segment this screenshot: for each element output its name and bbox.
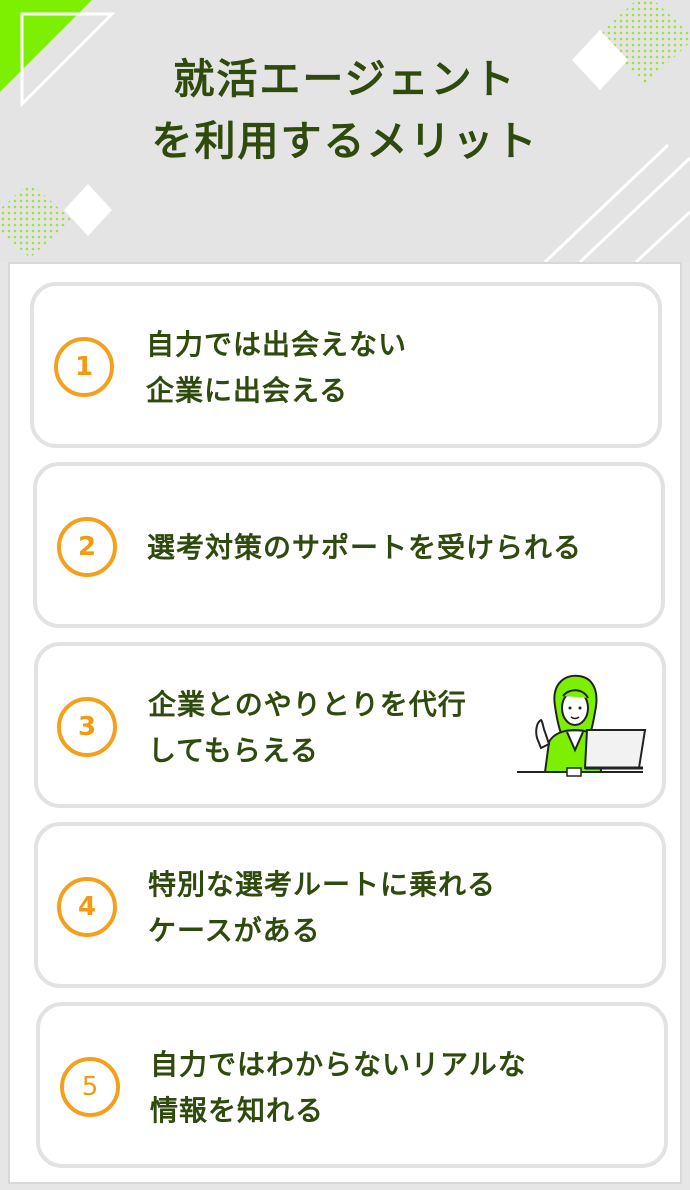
merit-card-5: 5 自力ではわからないリアルな 情報を知れる [36, 1002, 668, 1168]
merit-text: 自力ではわからないリアルな 情報を知れる [150, 1042, 527, 1134]
merit-text-line-2: ケースがある [148, 914, 321, 947]
header: 就活エージェント を利用するメリット [0, 0, 690, 262]
merit-card-4: 4 特別な選考ルートに乗れる ケースがある [34, 822, 666, 988]
merit-text-line-1: 自力では出会えない [146, 328, 408, 361]
merit-text-line-2: 情報を知れる [150, 1094, 325, 1127]
merit-text: 特別な選考ルートに乗れる ケースがある [148, 862, 496, 954]
title-line-2: を利用するメリット [151, 117, 539, 165]
woman-at-laptop-icon [517, 674, 647, 777]
merit-text-line-2: してもらえる [148, 734, 319, 767]
merit-text-line-1: 特別な選考ルートに乗れる [148, 868, 497, 901]
number-badge: 5 [60, 1057, 120, 1117]
number-badge: 1 [54, 337, 114, 397]
merit-text-line-1: 企業とのやりとりを代行 [148, 688, 467, 721]
merit-text-line-2: 企業に出会える [146, 374, 349, 407]
merit-text: 選考対策のサポートを受けられる [147, 525, 582, 571]
page-title: 就活エージェント を利用するメリット [0, 48, 690, 172]
merit-card-2: 2 選考対策のサポートを受けられる [33, 462, 665, 628]
merit-text: 自力では出会えない 企業に出会える [146, 322, 407, 414]
merit-card-1: 1 自力では出会えない 企業に出会える [30, 282, 662, 448]
title-line-1: 就活エージェント [173, 55, 517, 103]
merit-text-line-1: 自力ではわからないリアルな [150, 1048, 527, 1081]
merit-text-line-1: 選考対策のサポートを受けられる [147, 531, 583, 564]
merit-text: 企業とのやりとりを代行 してもらえる [148, 682, 467, 774]
number-badge: 3 [57, 697, 117, 757]
number-badge: 4 [57, 877, 117, 937]
number-badge: 2 [57, 517, 117, 577]
